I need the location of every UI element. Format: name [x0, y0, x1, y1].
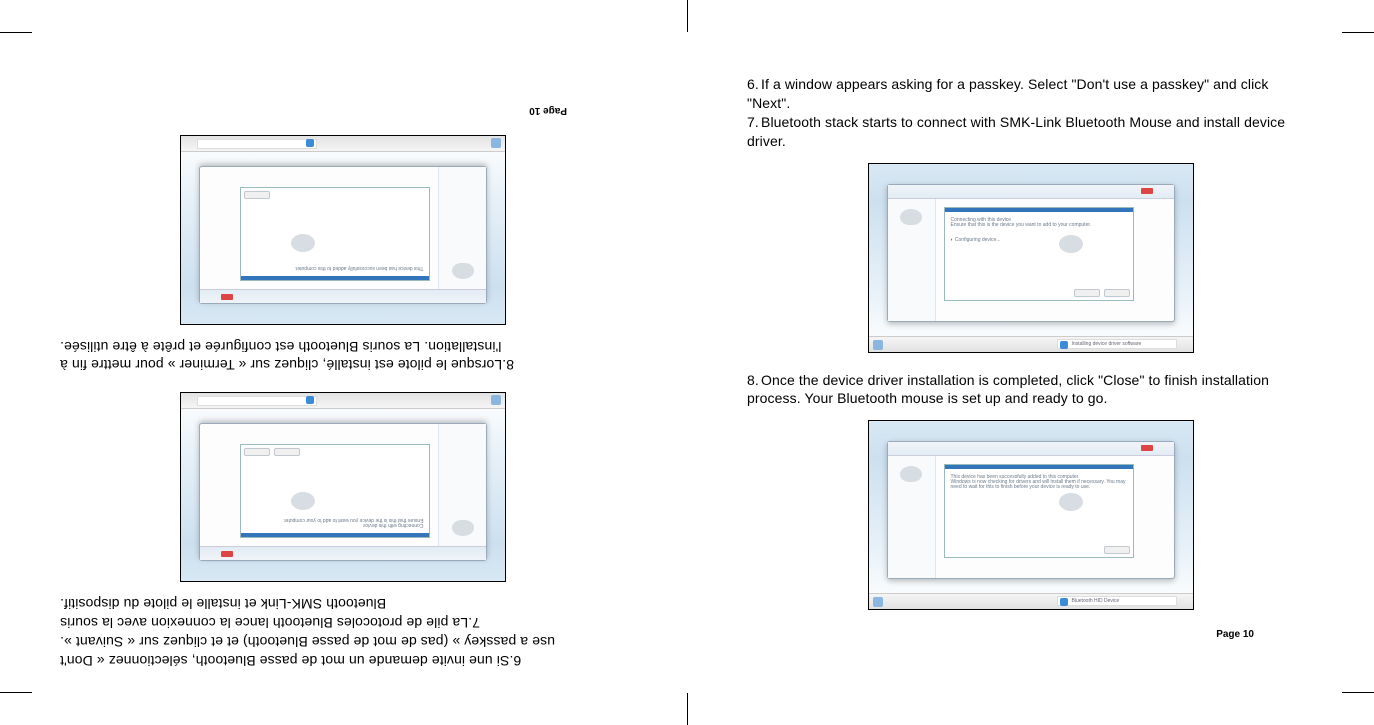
page-number-right: Page 10: [1216, 629, 1254, 640]
screenshot-dialog-fr-1: Connecting with this deviceEnsure that t…: [181, 392, 507, 582]
page-number-left: Page 10: [529, 105, 567, 116]
left-page-mirrored: 6.Si une invite demande un mot de passe …: [60, 75, 627, 670]
right-page: 6.If a window appears asking for a passk…: [747, 75, 1314, 670]
fr-item-8: 8.Lorsque le pilote est installé, clique…: [60, 356, 627, 375]
screenshot-dialog-en-1: Connecting with this deviceEnsure that t…: [868, 163, 1194, 353]
fr-item-6: 6.Si une invite demande un mot de passe …: [60, 651, 627, 670]
screenshot-dialog-en-2: This device has been successfully added …: [868, 420, 1194, 610]
screenshot-dialog-fr-2: This device has been successfully added …: [181, 135, 507, 325]
en-item-8: 8.Once the device driver installation is…: [747, 371, 1314, 409]
en-item-7: 7.Bluetooth stack starts to connect with…: [747, 113, 1314, 151]
fr-item-7: 7.La pile de protocoles Bluetooth lance …: [60, 613, 627, 632]
en-item-6: 6.If a window appears asking for a passk…: [747, 75, 1314, 113]
